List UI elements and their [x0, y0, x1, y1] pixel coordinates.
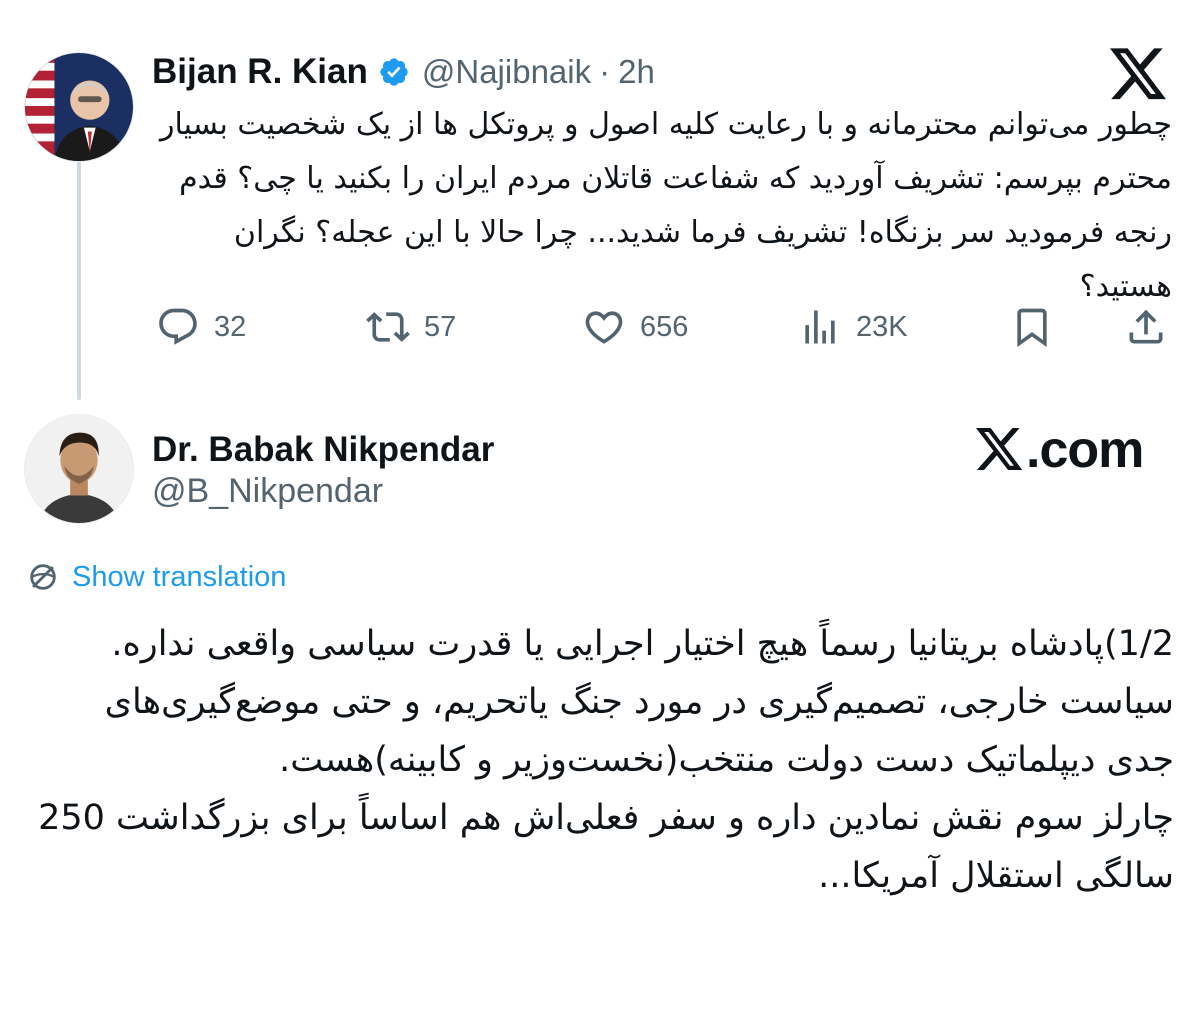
tweet-time[interactable]: 2h — [618, 53, 655, 91]
author-handle[interactable]: @Najibnaik — [422, 53, 591, 91]
reply-count: 32 — [214, 310, 247, 343]
share-button[interactable] — [1124, 300, 1168, 354]
bookmark-icon — [1017, 308, 1047, 348]
verified-badge-icon — [380, 58, 408, 86]
bookmark-button[interactable] — [1010, 300, 1054, 354]
meta-separator: · — [599, 53, 611, 90]
avatar[interactable] — [24, 52, 134, 162]
avatar[interactable] — [24, 414, 134, 524]
tweet-header: Bijan R. Kian @Najibnaik · 2h — [152, 50, 655, 94]
tweet-paragraph: چارلز سوم نقش نمادین داره و سفر فعلی‌اش … — [38, 798, 1174, 896]
tweet-paragraph: 1/2)پادشاه بریتانیا رسماً هیچ اختیار اجر… — [104, 624, 1174, 780]
tweet-text: 1/2)پادشاه بریتانیا رسماً هیچ اختیار اجر… — [30, 615, 1174, 905]
tweet-actions: 32 57 656 23K — [150, 300, 1170, 354]
repost-count: 57 — [424, 310, 457, 343]
translate-icon — [30, 564, 56, 590]
tweet-text: چطور می‌توانم محترمانه و با رعایت کلیه ا… — [160, 107, 1172, 304]
x-com-suffix: .com — [1026, 421, 1144, 479]
share-icon — [1129, 309, 1163, 344]
views-button[interactable]: 23K — [798, 300, 908, 354]
x-com-watermark: .com — [976, 420, 1144, 480]
tweet-header: Dr. Babak Nikpendar — [152, 428, 494, 472]
show-translation-link[interactable]: Show translation — [26, 560, 286, 594]
reply-icon — [159, 308, 197, 345]
reply-button[interactable]: 32 — [156, 300, 246, 354]
author-name[interactable]: Bijan R. Kian — [152, 52, 368, 92]
x-logo-icon — [1110, 48, 1166, 100]
show-translation-label: Show translation — [72, 560, 287, 593]
like-count: 656 — [640, 310, 689, 343]
like-button[interactable]: 656 — [582, 300, 688, 354]
author-name[interactable]: Dr. Babak Nikpendar — [152, 430, 494, 470]
avatar-image — [25, 415, 133, 523]
thread-connector-line — [77, 150, 81, 400]
views-icon — [805, 310, 835, 344]
x-logo-icon — [976, 428, 1023, 470]
repost-icon — [366, 312, 410, 342]
avatar-image — [25, 53, 133, 161]
author-handle[interactable]: @B_Nikpendar — [152, 472, 383, 511]
repost-button[interactable]: 57 — [366, 300, 456, 354]
heart-icon — [585, 311, 623, 344]
views-count: 23K — [856, 310, 908, 343]
